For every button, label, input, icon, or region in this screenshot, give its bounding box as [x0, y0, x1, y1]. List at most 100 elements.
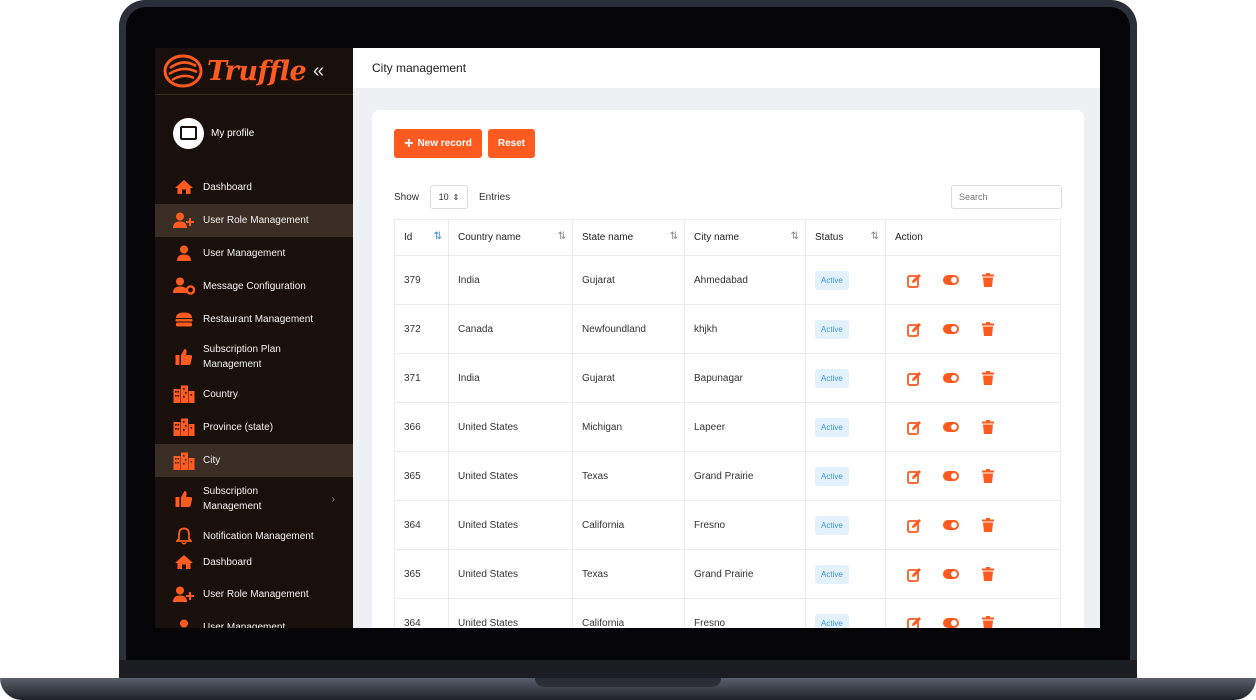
cell-action — [885, 549, 1061, 599]
trash-icon[interactable] — [979, 565, 997, 583]
edit-icon[interactable] — [905, 565, 923, 583]
cell-city: Fresno — [684, 500, 806, 550]
column-header-city[interactable]: City name ⇅ — [684, 219, 806, 256]
cell-state: Texas — [572, 549, 685, 599]
cell-state: Texas — [572, 451, 685, 501]
toggle-icon[interactable] — [942, 271, 960, 289]
sort-icon[interactable]: ⇅ — [434, 231, 442, 242]
sidebar-item-message-configuration[interactable]: Message Configuration — [155, 275, 353, 297]
trash-icon[interactable] — [979, 271, 997, 289]
toggle-icon[interactable] — [942, 369, 960, 387]
sidebar-item-subscription-plan-management[interactable]: Subscription Plan Management — [155, 341, 353, 373]
sidebar-item-user-role-management[interactable]: User Role Management — [155, 204, 353, 237]
sort-icon[interactable]: ⇅ — [791, 231, 799, 242]
home-icon — [173, 177, 195, 197]
table-row: 372 Canada Newfoundland khjkh Active — [394, 304, 1061, 354]
cell-country: United States — [448, 598, 573, 628]
column-label: City name — [694, 232, 740, 243]
sidebar-item-user-management-2[interactable]: User Management — [155, 616, 353, 628]
cell-city: Ahmedabad — [684, 255, 806, 305]
content-card: + New record Reset Show 10 ⇕ Entries Id ⇅ — [372, 110, 1084, 628]
cell-state: California — [572, 598, 685, 628]
city-icon — [173, 417, 195, 437]
profile[interactable]: My profile — [155, 95, 353, 171]
laptop-hinge — [119, 660, 1137, 680]
cell-country: India — [448, 353, 573, 403]
sidebar-item-restaurant-management[interactable]: Restaurant Management — [155, 308, 353, 330]
cell-country: United States — [448, 500, 573, 550]
column-header-action: Action — [885, 219, 1061, 256]
trash-icon[interactable] — [979, 467, 997, 485]
cell-action — [885, 402, 1061, 452]
sidebar-item-label: Subscription Management — [203, 486, 262, 512]
search-input[interactable] — [951, 185, 1062, 209]
toggle-icon[interactable] — [942, 418, 960, 436]
trash-icon[interactable] — [979, 418, 997, 436]
image-placeholder-icon — [180, 126, 197, 140]
toggle-icon[interactable] — [942, 320, 960, 338]
toggle-icon[interactable] — [942, 565, 960, 583]
sidebar-item-label: Notification Management — [203, 530, 314, 542]
new-record-button[interactable]: + New record — [394, 129, 482, 158]
logo-text: Truffle — [207, 55, 307, 87]
sidebar-item-notification-management[interactable]: Notification Management — [155, 525, 353, 547]
sidebar-item-country[interactable]: Country — [155, 383, 353, 405]
toggle-icon[interactable] — [942, 516, 960, 534]
cell-status: Active — [805, 549, 886, 599]
trash-icon[interactable] — [979, 320, 997, 338]
sidebar-item-dashboard[interactable]: Dashboard — [155, 176, 353, 198]
cell-action — [885, 304, 1061, 354]
plus-icon: + — [404, 134, 414, 152]
cell-state: Michigan — [572, 402, 685, 452]
sidebar-item-subscription-management[interactable]: Subscription Management › — [155, 483, 353, 515]
sidebar-item-user-role-management-2[interactable]: User Role Management — [155, 583, 353, 605]
edit-icon[interactable] — [905, 614, 923, 628]
toggle-icon[interactable] — [942, 467, 960, 485]
sidebar-item-label: Dashboard — [203, 181, 252, 193]
column-header-id[interactable]: Id ⇅ — [394, 219, 449, 256]
sort-icon[interactable]: ⇅ — [670, 231, 678, 242]
laptop-notch — [535, 678, 721, 687]
sidebar-item-user-management[interactable]: User Management — [155, 242, 353, 264]
avatar — [173, 117, 204, 149]
cell-state: Newfoundland — [572, 304, 685, 354]
topbar: City management — [353, 48, 1100, 88]
column-header-country[interactable]: Country name ⇅ — [448, 219, 573, 256]
edit-icon[interactable] — [905, 418, 923, 436]
reset-button[interactable]: Reset — [488, 129, 535, 158]
edit-icon[interactable] — [905, 369, 923, 387]
edit-icon[interactable] — [905, 271, 923, 289]
trash-icon[interactable] — [979, 369, 997, 387]
edit-icon[interactable] — [905, 467, 923, 485]
edit-icon[interactable] — [905, 516, 923, 534]
cell-status: Active — [805, 255, 886, 305]
status-badge: Active — [815, 270, 849, 290]
sidebar-item-label: Dashboard — [203, 556, 252, 568]
sidebar-item-dashboard-2[interactable]: Dashboard — [155, 551, 353, 573]
sort-icon[interactable]: ⇅ — [871, 231, 879, 242]
cell-state: Gujarat — [572, 255, 685, 305]
new-record-label: New record — [417, 138, 472, 149]
status-badge: Active — [815, 319, 849, 339]
profile-name: My profile — [211, 127, 255, 139]
trash-icon[interactable] — [979, 516, 997, 534]
column-label: Country name — [458, 232, 521, 243]
trash-icon[interactable] — [979, 614, 997, 628]
sidebar-item-label: Message Configuration — [203, 280, 306, 292]
entries-value: 10 — [438, 192, 449, 202]
cell-state: California — [572, 500, 685, 550]
table-row: 365 United States Texas Grand Prairie Active — [394, 549, 1061, 599]
column-label: Action — [895, 232, 923, 243]
toggle-icon[interactable] — [942, 614, 960, 628]
sort-icon[interactable]: ⇅ — [558, 231, 566, 242]
sidebar-item-label: Country — [203, 388, 239, 400]
cell-id: 364 — [394, 500, 449, 550]
collapse-sidebar-icon[interactable]: « — [313, 60, 324, 83]
sidebar-item-province[interactable]: Province (state) — [155, 416, 353, 438]
user-icon — [173, 243, 195, 263]
entries-select[interactable]: 10 ⇕ — [430, 185, 469, 209]
column-header-status[interactable]: Status ⇅ — [805, 219, 886, 256]
edit-icon[interactable] — [905, 320, 923, 338]
column-header-state[interactable]: State name ⇅ — [572, 219, 685, 256]
sidebar-item-city[interactable]: City — [155, 444, 353, 477]
